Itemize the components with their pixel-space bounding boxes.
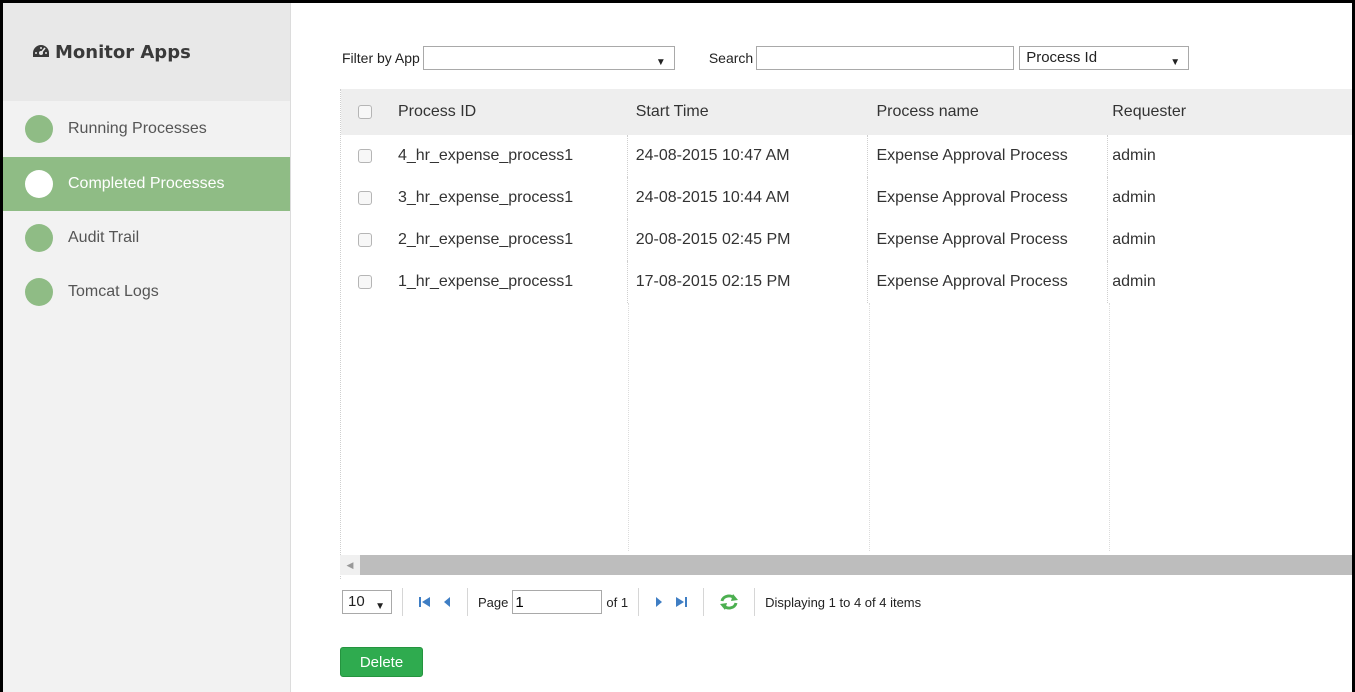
sidebar-item-label: Completed Processes (68, 175, 225, 192)
cell-start-time: 17-08-2015 02:15 PM (628, 261, 869, 303)
cell-requester: admin (1112, 273, 1156, 290)
table-row[interactable]: 1_hr_expense_process1 17-08-2015 02:15 P… (341, 261, 1352, 303)
cell-process-name: Expense Approval Process (868, 219, 1109, 261)
page-number-input[interactable] (512, 590, 603, 614)
sidebar-item-label: Audit Trail (68, 229, 140, 246)
main-panel: Filter by App ▼ Search Process Id ▼ Proc… (292, 3, 1352, 692)
page-size-value: 10 (348, 593, 365, 610)
cell-process-id: 2_hr_expense_process1 (389, 219, 628, 261)
search-label: Search (708, 50, 754, 66)
page-label: Page (478, 594, 509, 610)
grid-header: Process ID Start Time Process name Reque… (341, 89, 1352, 135)
dropdown-arrow-icon: ▼ (375, 601, 385, 612)
scroll-left-icon[interactable]: ◀ (340, 555, 360, 575)
dropdown-arrow-icon: ▼ (1170, 57, 1181, 68)
cell-process-name: Expense Approval Process (868, 177, 1109, 219)
filter-toolbar: Filter by App ▼ Search Process Id ▼ (342, 45, 1190, 71)
sidebar-item-audit-trail[interactable]: Audit Trail (3, 211, 290, 265)
column-divider (628, 303, 629, 551)
row-checkbox[interactable] (357, 191, 372, 205)
filter-app-select[interactable]: ▼ (422, 46, 675, 70)
row-checkbox-cell (341, 149, 389, 163)
circle-icon (25, 278, 53, 306)
row-checkbox[interactable] (357, 275, 372, 289)
column-header-start-time[interactable]: Start Time (628, 103, 869, 121)
pager-separator (754, 588, 756, 616)
column-header-process-name[interactable]: Process name (868, 103, 1108, 121)
cell-process-name: Expense Approval Process (868, 261, 1109, 303)
page-size-select[interactable]: 10 ▼ (342, 590, 392, 614)
pager-status: Displaying 1 to 4 of 4 items (765, 594, 922, 610)
table-row[interactable]: 4_hr_expense_process1 24-08-2015 10:47 A… (341, 135, 1352, 177)
sidebar-header: Monitor Apps (3, 3, 290, 101)
circle-icon (25, 224, 53, 252)
last-page-icon[interactable] (674, 595, 688, 609)
pager-separator (703, 588, 705, 616)
sidebar-item-tomcat-logs[interactable]: Tomcat Logs (3, 265, 290, 319)
dropdown-arrow-icon: ▼ (655, 57, 666, 68)
pager-separator (402, 588, 403, 616)
pager-separator (467, 588, 468, 616)
sidebar-item-running-processes[interactable]: Running Processes (3, 101, 290, 157)
cell-process-id: 3_hr_expense_process1 (389, 177, 628, 219)
dashboard-icon (33, 45, 49, 57)
circle-icon (25, 170, 53, 198)
column-header-process-id[interactable]: Process ID (389, 103, 628, 121)
next-page-icon[interactable] (654, 595, 664, 609)
sidebar-nav: Running Processes Completed Processes Au… (3, 101, 290, 319)
refresh-icon[interactable] (719, 593, 739, 611)
first-page-icon[interactable] (418, 595, 432, 609)
pager-separator (638, 588, 640, 616)
sidebar-item-label: Running Processes (68, 120, 207, 137)
row-checkbox[interactable] (357, 149, 372, 163)
filter-label: Filter by App (342, 50, 420, 66)
search-input[interactable] (756, 46, 1015, 70)
sidebar: Monitor Apps Running Processes Completed… (3, 3, 291, 692)
delete-button[interactable]: Delete (340, 647, 423, 677)
cell-process-id: 4_hr_expense_process1 (389, 135, 628, 177)
cell-start-time: 24-08-2015 10:44 AM (628, 177, 869, 219)
column-divider (1109, 303, 1110, 551)
row-checkbox-cell (341, 275, 389, 289)
cell-requester: admin (1112, 147, 1156, 164)
sidebar-title: Monitor Apps (55, 41, 191, 63)
row-checkbox[interactable] (357, 233, 372, 247)
previous-page-icon[interactable] (442, 595, 452, 609)
process-grid: Process ID Start Time Process name Reque… (340, 89, 1352, 579)
search-field-select[interactable]: Process Id ▼ (1019, 46, 1190, 70)
cell-process-name: Expense Approval Process (868, 135, 1109, 177)
table-row[interactable]: 2_hr_expense_process1 20-08-2015 02:45 P… (341, 219, 1352, 261)
cell-start-time: 24-08-2015 10:47 AM (628, 135, 869, 177)
cell-process-id: 1_hr_expense_process1 (389, 261, 628, 303)
page-count-label: of 1 (606, 594, 629, 610)
grid-body: 4_hr_expense_process1 24-08-2015 10:47 A… (341, 135, 1352, 551)
pagination-bar: 10 ▼ Page of 1 Disp (342, 587, 921, 617)
circle-icon (25, 115, 53, 143)
search-field-value: Process Id (1026, 49, 1098, 66)
sidebar-item-completed-processes[interactable]: Completed Processes (3, 157, 290, 211)
column-header-requester[interactable]: Requester (1108, 103, 1352, 121)
horizontal-scrollbar[interactable]: ◀ (340, 555, 1352, 575)
select-all-checkbox[interactable] (357, 105, 372, 119)
column-divider (869, 303, 870, 551)
cell-requester: admin (1112, 189, 1156, 206)
table-row[interactable]: 3_hr_expense_process1 24-08-2015 10:44 A… (341, 177, 1352, 219)
cell-start-time: 20-08-2015 02:45 PM (628, 219, 869, 261)
cell-requester: admin (1112, 231, 1156, 248)
row-checkbox-cell (341, 233, 389, 247)
scrollbar-thumb[interactable] (360, 555, 1352, 575)
row-checkbox-cell (341, 191, 389, 205)
sidebar-item-label: Tomcat Logs (68, 283, 159, 300)
header-checkbox-cell (341, 105, 389, 119)
